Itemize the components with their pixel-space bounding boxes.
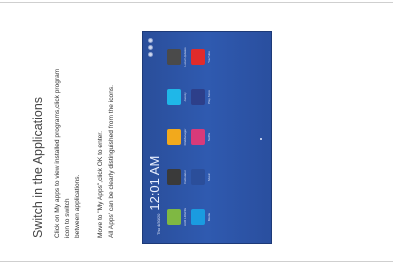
input-icon[interactable] xyxy=(148,45,153,50)
app-tile[interactable]: Local Updates xyxy=(167,39,187,75)
youtube-icon xyxy=(191,49,205,65)
app-tile[interactable]: Netflix xyxy=(191,119,211,155)
app-label: Calculator xyxy=(183,170,187,184)
time-label: 12:01 AM xyxy=(147,155,162,211)
play-store-icon xyxy=(191,89,205,105)
app-icon xyxy=(167,89,181,105)
page-edge-bottom xyxy=(0,261,393,262)
app-label: Jooxzy xyxy=(183,92,187,102)
instruction-line-5: All Apps' can be clearly distinguished f… xyxy=(108,85,115,238)
app-tile[interactable]: Media xyxy=(191,199,211,235)
app-label: Play Store xyxy=(207,90,211,104)
section-title: Switch in the Applications xyxy=(31,96,45,238)
app-label: Music xyxy=(207,173,211,181)
clock-area: Thu 4/30/20 12:01 AM xyxy=(147,155,162,235)
status-icons xyxy=(148,38,153,57)
manual-page: Switch in the Applications Click on My a… xyxy=(0,0,393,264)
tv-screenshot: Thu 4/30/20 12:01 AM AUR LIFENG Calculato… xyxy=(142,31,272,244)
page-edge-top xyxy=(0,2,393,3)
app-label: FileManager xyxy=(183,128,187,146)
app-label: YouTube xyxy=(207,51,211,63)
folder-icon xyxy=(167,129,181,145)
netflix-icon xyxy=(191,129,205,145)
date-label: Thu 4/30/20 xyxy=(156,213,161,235)
settings-icon[interactable] xyxy=(148,52,153,57)
instruction-line-4: Move to "My Apps",click OK to enter. xyxy=(97,131,104,238)
app-tile[interactable]: Calculator xyxy=(167,159,187,195)
app-tile[interactable]: YouTube xyxy=(191,39,211,75)
music-icon xyxy=(191,169,205,185)
tv-home-screen: Thu 4/30/20 12:01 AM AUR LIFENG Calculato… xyxy=(143,32,271,243)
media-icon xyxy=(191,209,205,225)
update-icon xyxy=(167,49,181,65)
instruction-line-2: icon to switch xyxy=(64,198,71,238)
photo-gallery-icon xyxy=(167,209,181,225)
instruction-line-3: between applications. xyxy=(74,174,81,238)
network-icon[interactable] xyxy=(148,38,153,43)
app-tile[interactable]: Play Store xyxy=(191,79,211,115)
app-tile[interactable]: Jooxzy xyxy=(167,79,187,115)
instruction-line-1: Click on My apps to view installed progr… xyxy=(54,68,61,238)
app-label: AUR LIFENG xyxy=(183,208,187,227)
page-indicator xyxy=(260,138,262,140)
app-label: Netflix xyxy=(207,132,211,142)
app-label: Media xyxy=(207,212,211,222)
app-tile[interactable]: FileManager xyxy=(167,119,187,155)
app-label: Local Updates xyxy=(183,47,187,67)
app-tile[interactable]: Music xyxy=(191,159,211,195)
app-grid: AUR LIFENG Calculator FileManager Jooxzy Loc… xyxy=(167,39,211,235)
app-tile[interactable]: AUR LIFENG xyxy=(167,199,187,235)
calculator-icon xyxy=(167,169,181,185)
